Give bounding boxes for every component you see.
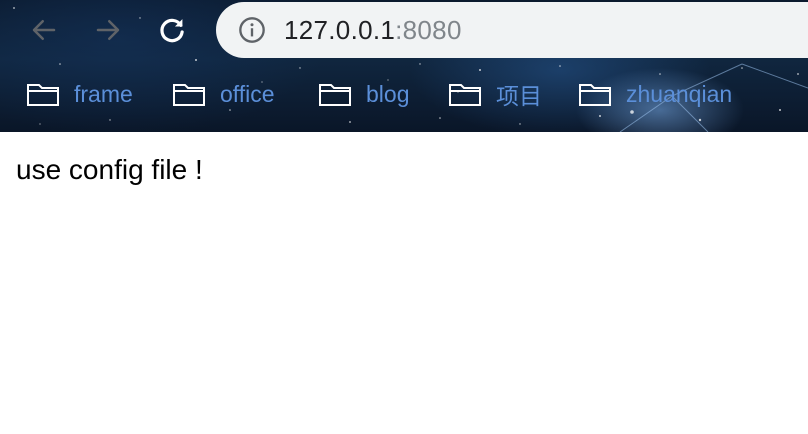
bookmark-folder-office[interactable]: office (172, 72, 275, 116)
bookmark-label: 项目 (496, 83, 542, 109)
bookmark-label: office (220, 80, 275, 107)
folder-icon (318, 80, 352, 108)
bookmark-folder-blog[interactable]: blog (318, 72, 409, 116)
bookmark-folder-zhuanqian[interactable]: zhuanqian (578, 72, 732, 116)
browser-chrome: 127.0.0.1:8080 frame office blog 项目 zhua… (0, 0, 808, 132)
bookmark-label: zhuanqian (626, 80, 733, 107)
page-content: use config file ! (0, 132, 808, 186)
folder-icon (578, 80, 612, 108)
url-port: :8080 (395, 14, 462, 45)
arrow-right-icon (96, 20, 120, 40)
url-host: 127.0.0.1 (284, 14, 396, 45)
url-text[interactable]: 127.0.0.1:8080 (284, 15, 462, 46)
back-button[interactable] (26, 12, 62, 48)
bookmark-folder-frame[interactable]: frame (26, 72, 133, 116)
folder-icon (448, 80, 482, 108)
info-icon[interactable] (238, 16, 266, 44)
folder-icon (26, 80, 60, 108)
bookmark-folder-xiangmu[interactable]: 项目 (448, 72, 542, 116)
bookmark-label: frame (74, 80, 133, 107)
reload-button[interactable] (154, 12, 190, 48)
forward-button[interactable] (90, 12, 126, 48)
address-bar[interactable]: 127.0.0.1:8080 (216, 2, 808, 58)
reload-icon (160, 18, 184, 43)
bookmark-label: blog (366, 80, 410, 107)
arrow-left-icon (32, 20, 56, 40)
bookmarks-bar: frame office blog 项目 zhuanqian (0, 72, 808, 116)
folder-icon (172, 80, 206, 108)
page-body-text: use config file ! (16, 154, 203, 185)
